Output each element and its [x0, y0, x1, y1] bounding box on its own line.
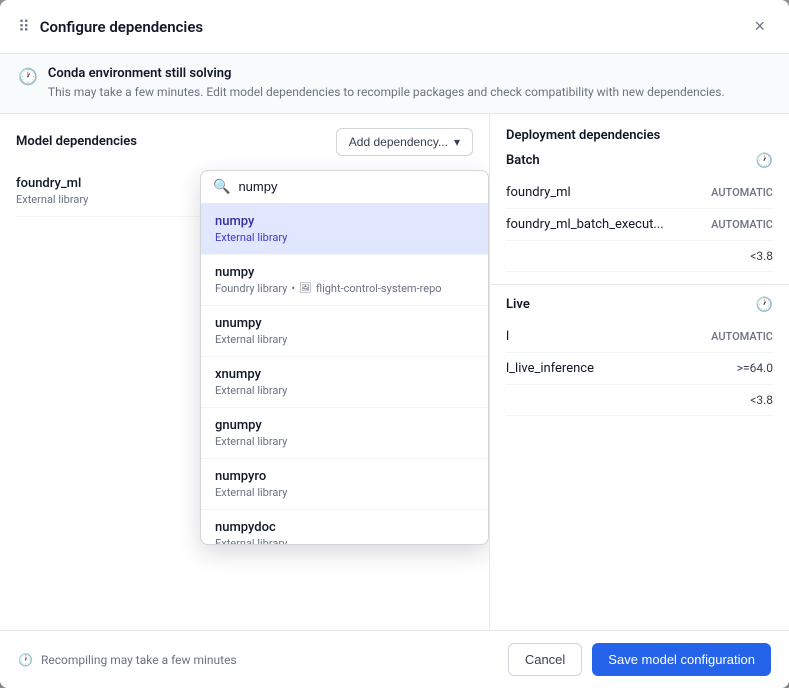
live-clock-icon: 🕐	[756, 297, 773, 313]
dropdown-item-numpyro[interactable]: numpyro External library	[201, 459, 488, 510]
model-dependencies-title: Model dependencies	[16, 134, 137, 149]
batch-dep-1-name: foundry_ml	[506, 185, 571, 200]
live-title: Live 🕐	[506, 297, 773, 313]
add-dep-label: Add dependency...	[349, 135, 448, 149]
footer-actions: Cancel Save model configuration	[508, 643, 771, 676]
dropdown-item-numpy-external[interactable]: numpy External library	[201, 204, 488, 255]
batch-dep-1-badge: AUTOMATIC	[711, 186, 773, 199]
dialog-header: ⠿ Configure dependencies ×	[0, 0, 789, 54]
recompile-clock-icon: 🕐	[18, 653, 33, 667]
main-area: Model dependencies Add dependency... ▾ f…	[0, 114, 789, 630]
batch-title: Batch 🕐	[506, 153, 773, 169]
live-dep-2-version: >=64.0	[737, 361, 773, 375]
foundry-library-label: Foundry library	[215, 282, 287, 295]
deployment-dependencies-title: Deployment dependencies	[506, 128, 660, 143]
live-version: <3.8	[750, 393, 773, 407]
dependency-search-input[interactable]	[238, 179, 476, 194]
batch-version-row: <3.8	[506, 241, 773, 272]
dropdown-item-unumpy[interactable]: unumpy External library	[201, 306, 488, 357]
batch-dep-row-2: foundry_ml_batch_execut... AUTOMATIC	[506, 209, 773, 241]
dialog-content: 🕐 Conda environment still solving This m…	[0, 54, 789, 630]
search-icon: 🔍	[213, 179, 230, 195]
dropdown-item-gnumpy[interactable]: gnumpy External library	[201, 408, 488, 459]
alert-title: Conda environment still solving	[48, 66, 725, 81]
dropdown-list: numpy External library numpy Foundry lib…	[201, 204, 488, 544]
left-panel: Model dependencies Add dependency... ▾ f…	[0, 114, 490, 630]
live-section: Live 🕐 l AUTOMATIC l_live_inference >=64…	[490, 297, 789, 416]
dialog-title: Configure dependencies	[40, 18, 203, 36]
right-panel: Deployment dependencies Batch 🕐 foundry_…	[490, 114, 789, 630]
live-dep-2-name: l_live_inference	[506, 361, 594, 376]
save-button[interactable]: Save model configuration	[592, 643, 771, 676]
live-dep-row-2: l_live_inference >=64.0	[506, 353, 773, 385]
chevron-down-icon: ▾	[454, 135, 460, 149]
dialog-footer: 🕐 Recompiling may take a few minutes Can…	[0, 630, 789, 688]
alert-bar: 🕐 Conda environment still solving This m…	[0, 54, 789, 114]
batch-dep-row-1: foundry_ml AUTOMATIC	[506, 177, 773, 209]
right-panel-header: Deployment dependencies	[490, 114, 789, 153]
batch-clock-icon: 🕐	[756, 153, 773, 169]
batch-version: <3.8	[750, 249, 773, 263]
alert-text: Conda environment still solving This may…	[48, 66, 725, 101]
repo-name: flight-control-system-repo	[316, 282, 442, 295]
search-bar: 🔍	[201, 171, 488, 204]
sliders-icon: ⠿	[18, 17, 30, 36]
configure-dependencies-dialog: ⠿ Configure dependencies × 🕐 Conda envir…	[0, 0, 789, 688]
add-dependency-dropdown: 🔍 numpy External library numpy	[200, 170, 489, 545]
add-dependency-button[interactable]: Add dependency... ▾	[336, 128, 473, 156]
dot-separator: •	[291, 282, 295, 295]
cancel-button[interactable]: Cancel	[508, 643, 582, 676]
header-left: ⠿ Configure dependencies	[18, 17, 203, 36]
live-label: Live	[506, 297, 530, 312]
live-version-row: <3.8	[506, 385, 773, 416]
footer-status: 🕐 Recompiling may take a few minutes	[18, 653, 237, 667]
panel-divider	[490, 284, 789, 285]
batch-label: Batch	[506, 153, 540, 168]
dropdown-box: 🔍 numpy External library numpy	[200, 170, 489, 545]
live-dep-1-badge: AUTOMATIC	[711, 330, 773, 343]
dropdown-item-numpy-foundry[interactable]: numpy Foundry library • 🖼 flight-control…	[201, 255, 488, 306]
repo-icon: 🖼	[299, 283, 312, 294]
dropdown-item-numpydoc[interactable]: numpydoc External library	[201, 510, 488, 544]
close-button[interactable]: ×	[748, 14, 771, 39]
batch-section: Batch 🕐 foundry_ml AUTOMATIC foundry_ml_…	[490, 153, 789, 272]
left-panel-header: Model dependencies Add dependency... ▾	[0, 114, 489, 166]
live-dep-row-1: l AUTOMATIC	[506, 321, 773, 353]
batch-dep-2-badge: AUTOMATIC	[711, 218, 773, 231]
live-dep-1-name: l	[506, 329, 509, 344]
clock-alert-icon: 🕐	[18, 67, 38, 86]
footer-status-text: Recompiling may take a few minutes	[41, 653, 237, 667]
dropdown-item-xnumpy[interactable]: xnumpy External library	[201, 357, 488, 408]
batch-dep-2-name: foundry_ml_batch_execut...	[506, 217, 664, 232]
alert-description: This may take a few minutes. Edit model …	[48, 84, 725, 101]
